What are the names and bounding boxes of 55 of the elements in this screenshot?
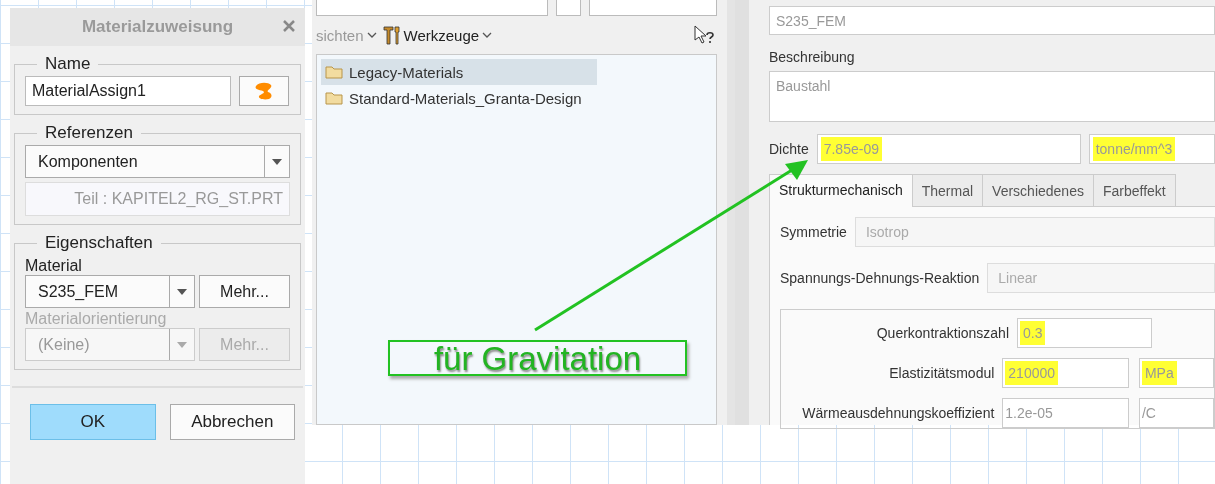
field-label: Querkontraktionszahl — [875, 325, 1009, 341]
description-field[interactable]: Baustahl — [769, 71, 1215, 122]
value-field[interactable]: 1.2e-05 — [1002, 398, 1129, 428]
chevron-icon — [482, 32, 493, 38]
material-dropdown[interactable]: S235_FEM — [25, 275, 195, 308]
toolbar-menu[interactable]: Werkzeuge — [382, 25, 493, 45]
dropdown-button[interactable] — [556, 0, 582, 16]
more-button[interactable]: Mehr... — [199, 275, 290, 308]
annotation-label: für Gravitation — [388, 340, 687, 376]
blob-icon — [254, 81, 274, 101]
value-field[interactable]: 210000 — [1002, 358, 1129, 388]
input-field[interactable] — [589, 0, 717, 16]
response-field[interactable]: Linear — [987, 263, 1215, 293]
field-label: Dichte — [769, 141, 809, 157]
folder-item[interactable]: Standard-Materials_Granta-Design — [321, 85, 597, 111]
density-field[interactable]: 7.85e-09 — [816, 134, 1081, 164]
dropdown-arrow-icon — [272, 158, 282, 165]
field-label: Wärmeausdehnungskoeffizient — [801, 405, 995, 421]
field-label: Spannungs-Dehnungs-Reaktion — [780, 270, 980, 286]
field-label: Symmetrie — [780, 224, 847, 240]
name-field[interactable]: MaterialAssign1 — [25, 76, 231, 106]
dialog-button[interactable]: OK — [30, 404, 156, 440]
field-label: Material — [25, 257, 83, 275]
tab[interactable]: Farbeffekt — [1092, 174, 1176, 206]
help-cursor-icon[interactable] — [693, 25, 715, 45]
dialog-title: Materialzuweisung — [81, 17, 234, 37]
field-label: Beschreibung — [769, 49, 856, 66]
symmetry-field[interactable]: Isotrop — [854, 217, 1215, 247]
tools-icon — [382, 25, 401, 45]
reference-field[interactable]: Teil : KAPITEL2_RG_ST.PRT — [25, 182, 290, 216]
group-label: Referenzen — [44, 123, 134, 143]
value-field[interactable]: 0.3 — [1017, 318, 1152, 348]
tab[interactable]: Thermal — [911, 174, 984, 206]
pick-button[interactable] — [239, 76, 289, 106]
tab[interactable]: Verschiedenes — [982, 174, 1094, 206]
dropdown-arrow-icon — [177, 288, 187, 295]
group-label: Eigenschaften — [44, 233, 154, 253]
material-name-field[interactable]: S235_FEM — [769, 6, 1215, 36]
folder-item[interactable]: Legacy-Materials — [321, 59, 597, 85]
close-icon[interactable] — [283, 20, 295, 32]
dropdown-field[interactable] — [316, 0, 549, 16]
folder-icon — [325, 65, 343, 79]
field-label: Materialorientierung — [25, 310, 168, 328]
field-label: Elastizitätsmodul — [888, 365, 995, 381]
chevron-icon — [366, 32, 377, 38]
toolbar-menu[interactable]: sichten — [316, 26, 377, 44]
dialog-button[interactable]: Abbrechen — [169, 404, 295, 440]
unit-field[interactable]: tonne/mm^3 — [1088, 134, 1215, 164]
unit-field[interactable]: /C — [1138, 398, 1214, 428]
group-label: Name — [44, 54, 92, 74]
folder-icon — [325, 91, 343, 105]
dropdown-arrow-icon — [177, 341, 187, 348]
reference-type-dropdown[interactable]: Komponenten — [25, 145, 290, 178]
unit-field[interactable]: MPa — [1138, 358, 1214, 388]
tab[interactable]: Strukturmechanisch — [769, 174, 913, 207]
